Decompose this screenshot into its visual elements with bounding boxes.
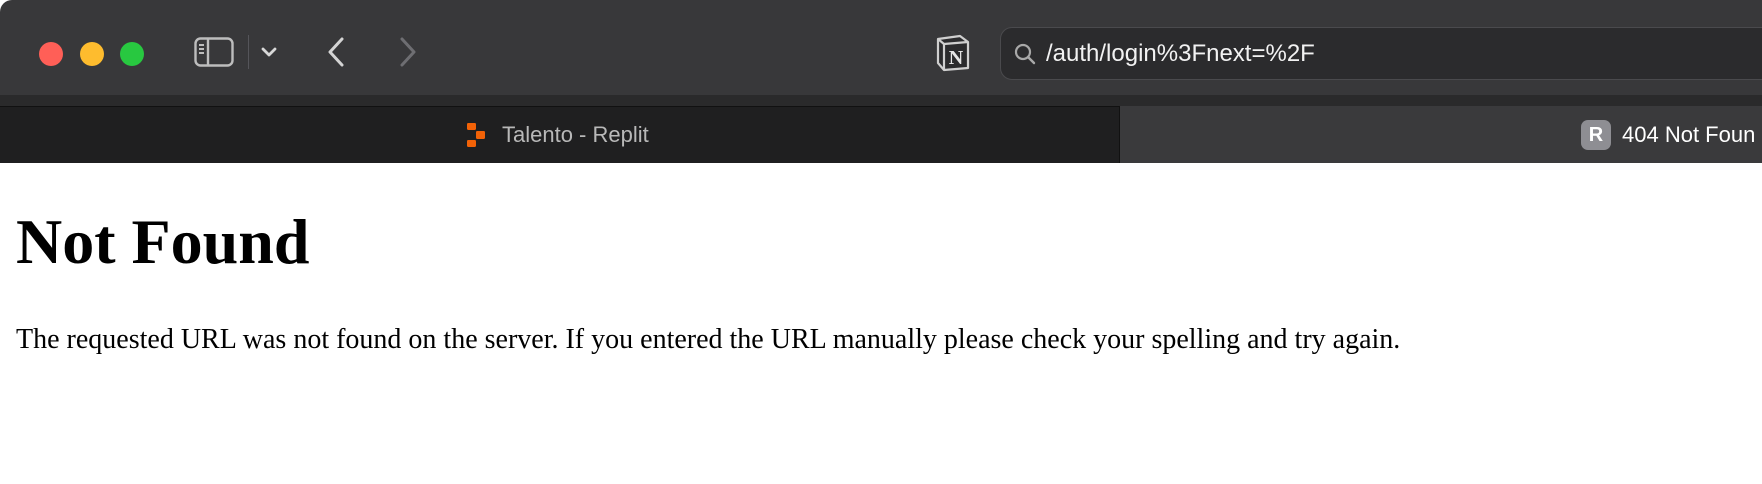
tab-title-talento: Talento - Replit <box>502 122 649 147</box>
search-icon <box>1014 43 1036 65</box>
address-url-text[interactable]: /auth/login%3Fnext=%2F <box>1046 38 1315 70</box>
sidebar-icon[interactable] <box>194 37 234 67</box>
back-arrow-icon[interactable] <box>325 36 347 68</box>
page-title: Not Found <box>16 206 310 277</box>
tab-favicon-r-icon: R <box>1581 120 1611 150</box>
notion-icon[interactable]: N <box>933 33 973 73</box>
replit-icon <box>467 123 485 147</box>
maximize-window-button[interactable] <box>120 42 144 66</box>
svg-text:N: N <box>949 47 964 69</box>
error-message: The requested URL was not found on the s… <box>16 324 1401 355</box>
browser-window: N /auth/login%3Fnext=%2F Talento - Repli… <box>0 0 1762 484</box>
close-window-button[interactable] <box>39 42 63 66</box>
toolbar-divider <box>248 35 249 69</box>
chevron-down-icon[interactable] <box>259 44 279 60</box>
tab-separator <box>0 106 1119 107</box>
tab-title-404: 404 Not Foun <box>1622 122 1756 147</box>
minimize-window-button[interactable] <box>80 42 104 66</box>
forward-arrow-icon[interactable] <box>397 36 419 68</box>
